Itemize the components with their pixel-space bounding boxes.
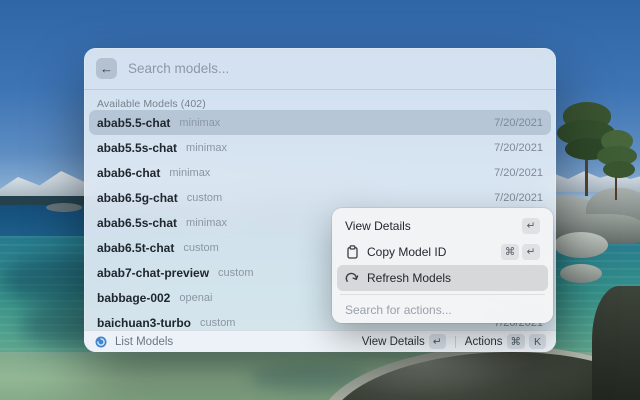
actions-search-input[interactable] bbox=[337, 298, 548, 322]
menu-item-view-details[interactable]: View Details ↵ bbox=[337, 213, 548, 239]
wallpaper-pine-tree bbox=[603, 161, 635, 178]
actions-menu-button[interactable]: Actions ⌘ K bbox=[465, 334, 546, 349]
back-button[interactable]: ← bbox=[96, 58, 117, 79]
search-bar: ← bbox=[84, 48, 556, 90]
wallpaper-foreground-rock bbox=[592, 286, 640, 400]
model-date: 7/20/2021 bbox=[494, 141, 543, 154]
actions-label: Actions bbox=[464, 335, 503, 348]
model-provider: custom bbox=[218, 266, 254, 279]
model-date: 7/20/2021 bbox=[494, 191, 543, 204]
model-row[interactable]: abab6-chat minimax 7/20/2021 bbox=[89, 160, 551, 185]
primary-action-button[interactable]: View Details ↵ bbox=[362, 334, 446, 349]
footer-app: List Models bbox=[94, 335, 173, 349]
footer-separator bbox=[454, 335, 456, 348]
desktop: ← Available Models (402) abab5.5-chat mi… bbox=[0, 0, 640, 400]
return-key-badge: ↵ bbox=[522, 218, 540, 234]
menu-item-refresh-models[interactable]: Refresh Models bbox=[337, 265, 548, 291]
model-row[interactable]: abab5.5s-chat minimax 7/20/2021 bbox=[89, 135, 551, 160]
model-name: abab6.5t-chat bbox=[97, 240, 175, 255]
model-provider: custom bbox=[200, 316, 236, 329]
wallpaper-water-boulder bbox=[560, 264, 602, 283]
menu-item-keys: ⌘ ↵ bbox=[501, 244, 540, 260]
wallpaper-water-boulder bbox=[554, 232, 608, 258]
menu-item-copy-model-id[interactable]: Copy Model ID ⌘ ↵ bbox=[337, 239, 548, 265]
section-header: Available Models (402) bbox=[97, 98, 206, 110]
extension-icon bbox=[94, 335, 108, 349]
footer-actions: View Details ↵ Actions ⌘ K bbox=[362, 334, 546, 349]
model-provider: custom bbox=[183, 241, 219, 254]
return-key-badge: ↵ bbox=[522, 244, 540, 260]
menu-divider bbox=[340, 294, 545, 295]
model-name: baichuan3-turbo bbox=[97, 315, 192, 330]
menu-item-label: Refresh Models bbox=[367, 271, 452, 285]
model-name: abab6-chat bbox=[97, 165, 161, 180]
footer-app-name: List Models bbox=[115, 335, 174, 348]
model-row[interactable]: abab6.5g-chat custom 7/20/2021 bbox=[89, 185, 551, 210]
menu-item-keys: ↵ bbox=[522, 218, 540, 234]
menu-item-label: Copy Model ID bbox=[367, 245, 447, 259]
return-key-badge: ↵ bbox=[428, 334, 446, 349]
clipboard-icon bbox=[345, 245, 359, 259]
menu-item-label: View Details bbox=[345, 219, 411, 233]
model-name: abab5.5-chat bbox=[97, 115, 171, 130]
model-provider: minimax bbox=[169, 166, 211, 179]
model-provider: custom bbox=[186, 191, 223, 204]
model-provider: minimax bbox=[186, 141, 227, 154]
refresh-icon bbox=[345, 271, 359, 285]
model-date: 7/20/2021 bbox=[494, 166, 543, 179]
actions-popup: View Details ↵ Copy Model ID ⌘ ↵ Refresh… bbox=[332, 208, 553, 323]
primary-action-label: View Details bbox=[361, 335, 425, 348]
model-name: abab6.5s-chat bbox=[97, 215, 178, 230]
model-provider: openai bbox=[179, 291, 213, 304]
search-input[interactable] bbox=[128, 61, 544, 76]
footer-bar: List Models View Details ↵ Actions ⌘ K bbox=[84, 330, 556, 352]
model-name: abab7-chat-preview bbox=[97, 265, 210, 280]
k-key-badge: K bbox=[529, 334, 546, 349]
wallpaper-shore-rock bbox=[46, 203, 82, 212]
command-key-badge: ⌘ bbox=[501, 244, 519, 260]
model-provider: minimax bbox=[179, 116, 221, 129]
model-name: abab5.5s-chat bbox=[97, 140, 178, 155]
model-row[interactable]: abab5.5-chat minimax 7/20/2021 bbox=[89, 110, 551, 135]
model-provider: minimax bbox=[186, 216, 227, 229]
back-arrow-icon: ← bbox=[100, 61, 113, 76]
model-date: 7/20/2021 bbox=[494, 116, 543, 129]
command-key-badge: ⌘ bbox=[506, 334, 525, 349]
model-name: abab6.5g-chat bbox=[97, 190, 178, 205]
model-name: babbage-002 bbox=[97, 290, 171, 305]
